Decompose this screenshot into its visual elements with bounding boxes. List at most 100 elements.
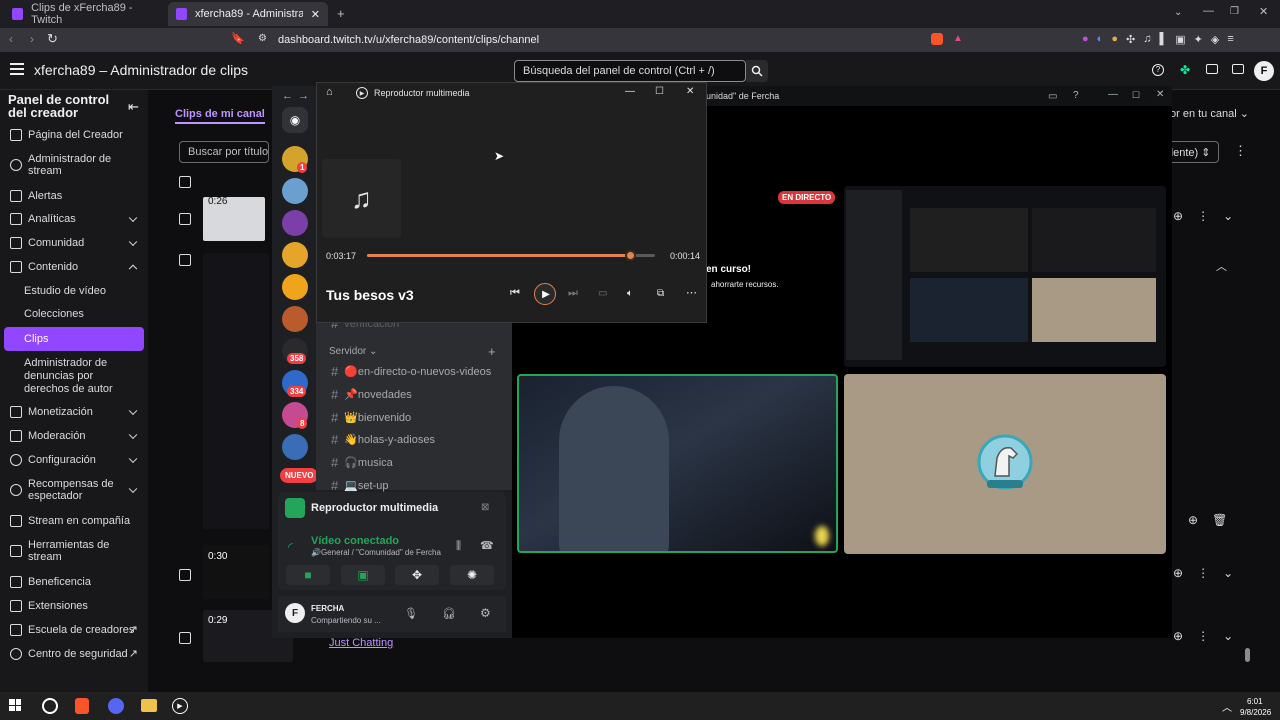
more-options-icon[interactable]: ⋮ <box>1197 629 1209 643</box>
seek-bar-handle[interactable] <box>624 250 636 261</box>
taskbar-time[interactable]: 6:01 <box>1247 697 1263 706</box>
add-icon[interactable]: ⊕ <box>1188 513 1198 527</box>
volume-icon[interactable]: 🔈︎ <box>627 288 633 299</box>
channel-item[interactable]: # 👑bienvenido <box>331 410 411 425</box>
inbox-icon[interactable]: ▭ <box>1048 91 1057 102</box>
discord-home-icon[interactable]: ◉ <box>282 107 308 133</box>
sidebar-item-settings[interactable]: Configuración <box>0 453 148 467</box>
sidebar-item-clips[interactable]: Clips <box>4 327 144 351</box>
more-options-icon[interactable]: ⋯ <box>686 286 697 299</box>
minimize-window-icon[interactable]: — <box>1203 5 1214 17</box>
extension-icon[interactable]: ◐ <box>1097 33 1104 46</box>
sidebar-item-viewer-rewards[interactable]: Recompensas de espectador <box>0 477 148 503</box>
url-text[interactable]: dashboard.twitch.tv/u/xfercha89/content/… <box>278 34 539 46</box>
add-icon[interactable]: ⊕ <box>1173 629 1183 643</box>
brave-shield-icon[interactable] <box>931 33 943 45</box>
sidebar-item-analytics[interactable]: Analíticas <box>0 212 148 226</box>
user-settings-gear-icon[interactable]: ⚙ <box>480 606 491 620</box>
clip-preview[interactable] <box>203 253 269 529</box>
taskbar-date[interactable]: 9/8/2026 <box>1240 708 1271 717</box>
tab-list-icon[interactable]: ⌄ <box>1174 7 1182 18</box>
scrollbar-thumb[interactable] <box>1245 648 1250 662</box>
server-icon[interactable] <box>282 178 308 204</box>
sidebar-item-charity[interactable]: Beneficencia <box>0 575 148 589</box>
server-icon[interactable] <box>282 242 308 268</box>
sidebar-item-creator-page[interactable]: Página del Creador <box>0 128 148 142</box>
chevron-up-icon[interactable]: ︿ <box>1216 258 1227 274</box>
sidebar-item-collections[interactable]: Colecciones <box>0 307 148 321</box>
home-icon[interactable]: ⌂ <box>326 86 333 98</box>
previous-icon[interactable]: ⏮ <box>510 287 520 300</box>
row-checkbox[interactable] <box>179 213 191 225</box>
hamburger-menu-icon[interactable] <box>10 63 24 75</box>
reload-icon[interactable]: ↻ <box>47 31 58 47</box>
activities-button[interactable]: ✥ <box>395 565 439 585</box>
menu-icon[interactable]: ≡ <box>1227 33 1233 46</box>
voice-status[interactable]: Vídeo conectado <box>311 535 399 547</box>
close-window-icon[interactable]: ✕ <box>686 86 694 97</box>
forward-icon[interactable]: → <box>298 90 309 102</box>
sidebar-item-monetization[interactable]: Monetización <box>0 405 148 419</box>
collapse-sidebar-icon[interactable]: ⇤ <box>128 99 139 115</box>
windows-start-icon[interactable] <box>9 699 21 711</box>
channel-item[interactable]: # 💻set-up <box>331 478 389 493</box>
channel-item[interactable]: # 🔴en-directo-o-nuevos-videos <box>331 364 491 379</box>
server-icon[interactable] <box>282 210 308 236</box>
miniplayer-icon[interactable]: ⧉ <box>657 288 664 299</box>
camera-tile[interactable] <box>517 374 838 553</box>
sidebar-item-safety-center[interactable]: Centro de seguridad ↗ <box>0 647 148 661</box>
more-options-icon[interactable]: ⋮ <box>1197 209 1209 223</box>
avatar-tile[interactable] <box>844 374 1166 554</box>
user-avatar[interactable]: F <box>1254 61 1274 81</box>
minimize-window-icon[interactable]: — <box>1108 89 1118 100</box>
maximize-window-icon[interactable]: ☐ <box>1132 90 1140 101</box>
help-icon[interactable]: ? <box>1073 90 1079 101</box>
channel-item[interactable]: # 📌novedades <box>331 387 412 402</box>
extensions-icon[interactable]: ✤ <box>1180 63 1190 77</box>
soundboard-button[interactable]: ✺ <box>450 565 494 585</box>
brave-browser-icon[interactable] <box>75 698 89 714</box>
server-icon[interactable] <box>282 434 308 460</box>
extension-icon[interactable]: ● <box>1111 33 1118 46</box>
sidebar-item-community[interactable]: Comunidad <box>0 236 148 250</box>
puzzle-icon[interactable]: ✣ <box>1126 33 1135 46</box>
forward-icon[interactable]: › <box>30 32 34 46</box>
sidebar-item-copyright[interactable]: Administrador de denuncias por derechos … <box>0 356 148 396</box>
new-tab-icon[interactable]: + <box>337 6 345 21</box>
sidebar-item-extensions[interactable]: Extensiones <box>0 599 148 613</box>
sidebar-item-content[interactable]: Contenido <box>0 260 148 274</box>
add-icon[interactable]: ⊕ <box>1173 566 1183 580</box>
sidebar-item-stream-tools[interactable]: Herramientas de stream <box>0 538 148 564</box>
sidebar-item-creator-camp[interactable]: Escuela de creadores ↗ <box>0 623 148 637</box>
music-icon[interactable]: ♫ <box>1143 33 1151 46</box>
chevron-down-icon[interactable]: ⌄ <box>1223 209 1233 223</box>
restore-window-icon[interactable]: ❐ <box>1230 6 1239 17</box>
channel-item[interactable]: # 🎧musica <box>331 455 393 470</box>
disconnect-icon[interactable]: ☎ <box>480 539 494 552</box>
site-info-icon[interactable]: ⚙ <box>258 33 267 44</box>
clip-category-link[interactable]: Just Chatting <box>329 637 393 649</box>
sidebar-item-moderation[interactable]: Moderación <box>0 429 148 443</box>
filter-select[interactable]: or en tu canal ⌄ <box>1170 107 1252 125</box>
camera-button[interactable]: ■ <box>286 565 330 585</box>
sidebar-item-alerts[interactable]: Alertas <box>0 189 148 203</box>
wallet-icon[interactable]: ▣ <box>1175 33 1185 46</box>
chevron-down-icon[interactable]: ⌄ <box>1223 629 1233 643</box>
rewards-icon[interactable]: ▲ <box>953 33 963 44</box>
play-button[interactable]: ▶ <box>534 283 556 305</box>
add-icon[interactable]: ⊕ <box>1173 209 1183 223</box>
inbox-icon[interactable] <box>1206 64 1218 74</box>
select-all-checkbox[interactable] <box>179 176 191 188</box>
noise-suppression-icon[interactable]: ⫼ <box>456 540 461 553</box>
minimize-window-icon[interactable]: — <box>625 86 635 97</box>
media-player-taskbar-icon[interactable]: ▶ <box>172 698 188 714</box>
whispers-icon[interactable] <box>1232 64 1244 74</box>
more-options-icon[interactable]: ⋮ <box>1234 143 1247 159</box>
screenshare-button[interactable]: ▣ <box>341 565 385 585</box>
close-tab-icon[interactable]: ✕ <box>311 8 320 21</box>
captions-icon[interactable]: ▭ <box>598 288 607 299</box>
obs-icon[interactable] <box>42 698 58 714</box>
add-channel-icon[interactable]: + <box>488 344 496 359</box>
user-avatar[interactable]: F <box>285 603 305 623</box>
extension-icon[interactable]: ● <box>1082 33 1089 46</box>
